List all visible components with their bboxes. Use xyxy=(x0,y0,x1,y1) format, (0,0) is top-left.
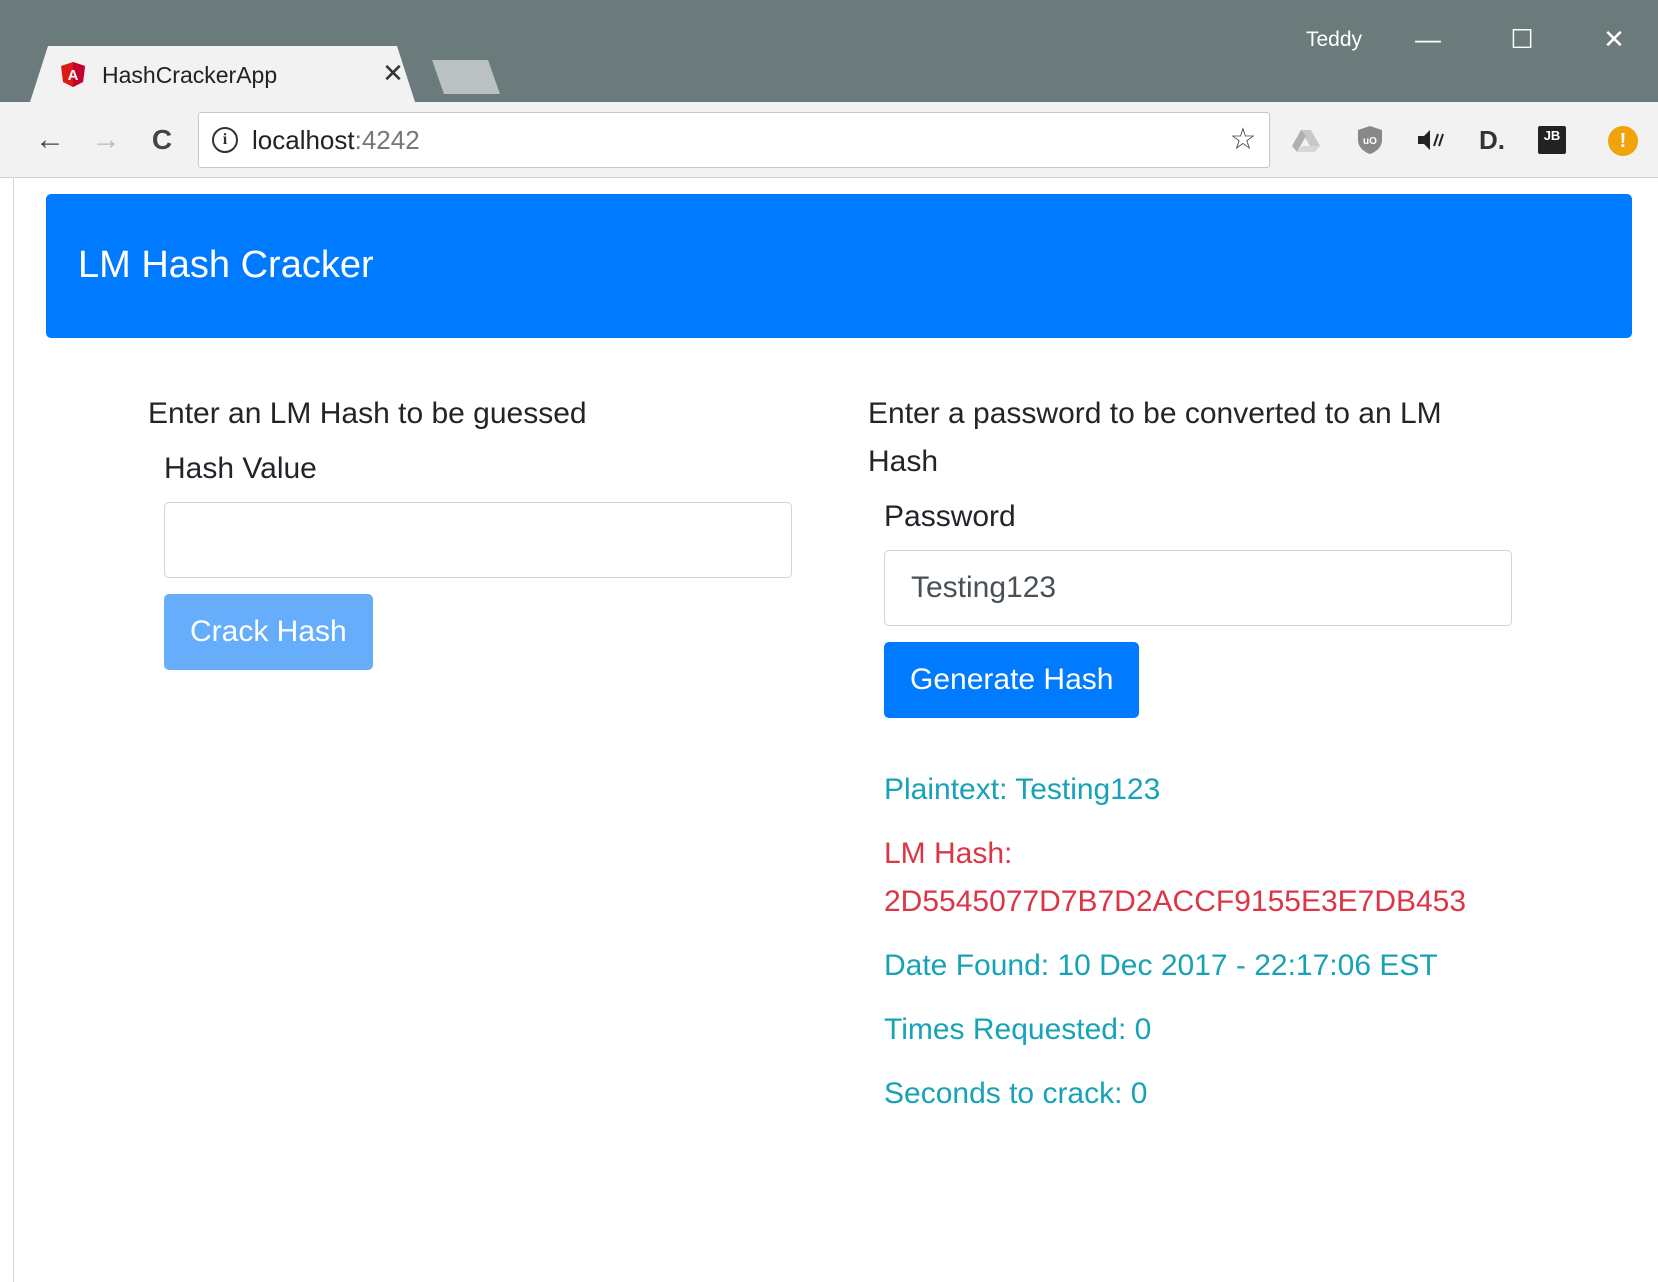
tab-close-icon[interactable]: ✕ xyxy=(378,58,408,88)
info-icon[interactable]: i xyxy=(212,127,238,153)
generate-hash-panel: Enter a password to be converted to an L… xyxy=(868,390,1518,1118)
bookmark-star-icon[interactable]: ☆ xyxy=(1226,120,1260,160)
url-host: localhost xyxy=(252,125,355,155)
jetbrains-icon[interactable]: JB xyxy=(1538,126,1566,154)
lm-hash-label: LM Hash: xyxy=(884,837,1013,870)
minimize-icon[interactable]: — xyxy=(1398,18,1458,60)
drive-icon[interactable] xyxy=(1290,124,1322,156)
ublock-icon[interactable]: uO xyxy=(1354,124,1386,156)
password-input[interactable] xyxy=(884,550,1512,626)
d-icon[interactable]: D. xyxy=(1476,124,1508,156)
times-requested-result: Times Requested: 0 xyxy=(884,1013,1152,1046)
window-edge xyxy=(0,178,14,1282)
app-navbar: LM Hash Cracker xyxy=(46,194,1632,338)
date-found-result: Date Found: 10 Dec 2017 - 22:17:06 EST xyxy=(884,949,1438,982)
navbar-brand[interactable]: LM Hash Cracker xyxy=(78,244,374,287)
forward-arrow-icon[interactable]: → xyxy=(86,120,126,160)
url-port: :4242 xyxy=(354,125,420,155)
url-text[interactable]: localhost:4242 xyxy=(252,125,420,156)
profile-name[interactable]: Teddy xyxy=(1306,28,1362,52)
plaintext-result: Plaintext: Testing123 xyxy=(884,773,1161,806)
seconds-to-crack-result: Seconds to crack: 0 xyxy=(884,1077,1148,1110)
alert-icon[interactable]: ! xyxy=(1608,126,1638,156)
lm-hash-value: 2D5545077D7B7D2ACCF9155E3E7DB453 xyxy=(884,885,1467,918)
password-label: Password xyxy=(884,500,1016,533)
angular-icon: A xyxy=(61,62,85,87)
generate-hash-title: Enter a password to be converted to an L… xyxy=(868,397,1442,478)
audio-icon[interactable] xyxy=(1414,124,1446,156)
hash-value-input[interactable] xyxy=(164,502,792,578)
maximize-icon[interactable]: ☐ xyxy=(1492,18,1552,60)
tab-title: HashCrackerApp xyxy=(102,62,278,88)
new-tab-button[interactable] xyxy=(432,60,500,94)
svg-text:A: A xyxy=(68,67,79,84)
crack-hash-button[interactable]: Crack Hash xyxy=(164,594,373,670)
close-window-icon[interactable]: ✕ xyxy=(1584,18,1644,60)
generate-hash-button[interactable]: Generate Hash xyxy=(884,642,1140,718)
back-arrow-icon[interactable]: ← xyxy=(30,120,70,160)
crack-hash-title: Enter an LM Hash to be guessed xyxy=(148,397,587,430)
crack-hash-panel: Enter an LM Hash to be guessed Hash Valu… xyxy=(148,390,792,670)
svg-text:uO: uO xyxy=(1363,136,1377,147)
hash-value-label: Hash Value xyxy=(164,452,317,485)
reload-icon[interactable]: C xyxy=(142,120,182,160)
